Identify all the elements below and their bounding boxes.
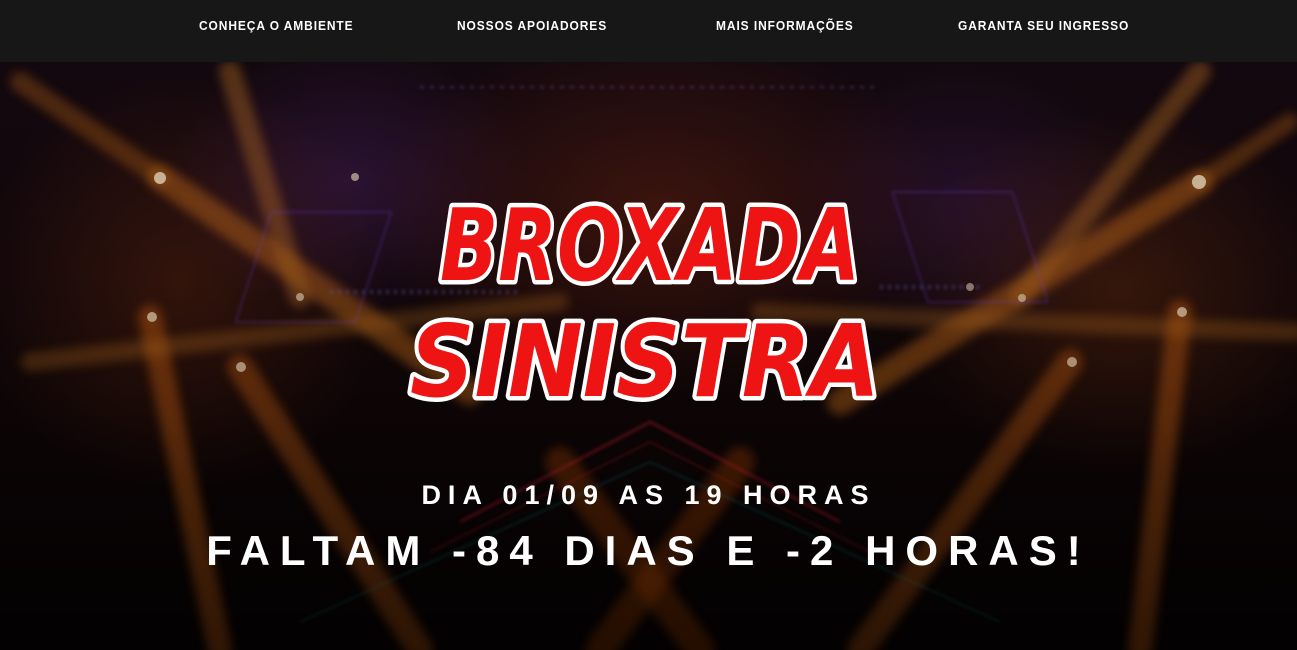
top-navigation-bar: CONHEÇA O AMBIENTE NOSSOS APOIADORES MAI…	[0, 0, 1297, 62]
event-countdown: FALTAM -84 DIAS E -2 HORAS!	[206, 527, 1091, 574]
nav-link-conheca-o-ambiente[interactable]: CONHEÇA O AMBIENTE	[199, 18, 354, 38]
event-title-line1: BROXADA	[440, 187, 860, 304]
event-logo: BROXADA SINISTRA	[380, 172, 920, 423]
event-title-line2: SINISTRA	[410, 303, 880, 420]
event-date-time: DIA 01/09 AS 19 HORAS	[421, 480, 876, 510]
nav-link-nossos-apoiadores[interactable]: NOSSOS APOIADORES	[457, 18, 607, 38]
nav-link-garanta-seu-ingresso[interactable]: GARANTA SEU INGRESSO	[958, 18, 1129, 38]
nav-link-mais-informacoes[interactable]: MAIS INFORMAÇÕES	[716, 18, 854, 38]
